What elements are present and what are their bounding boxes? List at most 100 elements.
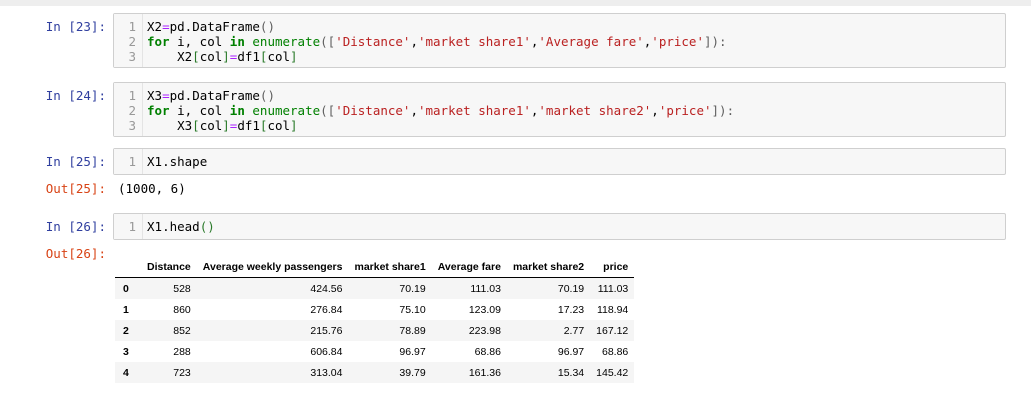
column-header: market share1	[348, 256, 432, 278]
code-token: .	[162, 219, 170, 234]
line-number: 3	[128, 118, 136, 133]
code-text[interactable]: X3=pd.DataFrame()	[147, 89, 275, 103]
table-cell: 528	[141, 277, 197, 299]
code-line[interactable]: 2 for i, col in enumerate(['Distance','ma…	[114, 35, 1005, 49]
table-row: 2 852 215.76 78.89 223.98 2.77 167.12	[115, 320, 635, 341]
row-index: 4	[115, 362, 141, 383]
code-token: in	[229, 34, 245, 49]
table-cell: 215.76	[196, 320, 349, 341]
code-token: 'price'	[651, 34, 704, 49]
column-header: Distance	[141, 256, 197, 278]
code-text[interactable]: for i, col in enumerate(['Distance','mar…	[147, 104, 734, 118]
code-token: X1	[147, 219, 163, 234]
code-line[interactable]: 3 X2[col]=df1[col]	[114, 50, 1005, 64]
table-cell: 167.12	[590, 320, 635, 341]
code-line[interactable]: 1 X2=pd.DataFrame()	[114, 20, 1005, 34]
column-header: market share2	[506, 256, 591, 278]
output-text-25: (1000, 6)	[118, 181, 186, 196]
table-cell: 2.77	[506, 320, 591, 341]
table-cell: 118.94	[596, 303, 629, 316]
column-header: Average fare	[431, 256, 507, 278]
code-token: .	[162, 154, 170, 169]
line-number: 1	[128, 154, 136, 169]
code-text[interactable]: X1.head()	[147, 220, 215, 234]
code-token: pd	[169, 19, 185, 34]
table-row: 3 288 606.84 96.97 68.86 96.97 68.86	[115, 341, 634, 362]
code-line[interactable]: 1 X3=pd.DataFrame()	[114, 89, 1005, 103]
line-number: 2	[128, 34, 136, 49]
code-cell-26[interactable]: 1 X1.head()	[113, 213, 1006, 240]
code-token: ]	[222, 49, 230, 64]
column-header	[115, 256, 141, 278]
code-token: ,	[410, 103, 418, 118]
code-token: col	[267, 118, 291, 133]
row-index: 0	[115, 277, 141, 299]
table-row: 4 723 313.04 39.79 161.36 15.34 145.42	[115, 362, 635, 383]
code-token: i, col	[169, 34, 230, 49]
line-number: 3	[128, 49, 136, 64]
code-token: X1	[147, 154, 163, 169]
code-token: ()	[199, 219, 215, 234]
code-token: 'Average fare'	[538, 34, 644, 49]
table-cell: 75.10	[399, 303, 426, 316]
code-token: ()	[259, 19, 275, 34]
table-cell: 852	[141, 320, 197, 341]
line-number: 2	[128, 103, 136, 118]
table-cell: 424.56	[196, 277, 349, 299]
code-token: 'market share2'	[538, 103, 652, 118]
table-cell: 17.23	[557, 303, 585, 316]
table-cell: 111.03	[590, 277, 635, 299]
table-cell: 288	[173, 345, 191, 358]
code-token: 'Distance'	[335, 34, 411, 49]
code-text[interactable]: X3[col]=df1[col]	[147, 118, 297, 133]
code-token: for	[147, 103, 170, 118]
code-token: df1	[237, 49, 260, 64]
code-token: X2	[147, 19, 163, 34]
code-token: 'price'	[658, 103, 712, 118]
code-token: col	[199, 118, 223, 133]
code-token: 'market share1'	[417, 34, 531, 49]
code-token: =	[162, 88, 170, 103]
code-cell-25[interactable]: 1 X1.shape	[113, 148, 1006, 175]
code-line[interactable]: 2 for i, col in enumerate(['Distance','ma…	[114, 104, 1005, 118]
line-number: 1	[128, 219, 136, 234]
code-token: pd	[169, 88, 185, 103]
code-line[interactable]: 1 X1.shape	[114, 155, 1005, 169]
table-cell: 123.09	[468, 303, 501, 316]
table-cell: 223.98	[431, 320, 507, 341]
code-token: enumerate	[252, 34, 321, 49]
table-cell: 606.84	[310, 345, 343, 358]
row-index: 1	[123, 303, 129, 316]
table-cell: 15.34	[506, 362, 591, 383]
code-token: ]	[222, 118, 230, 133]
code-token: shape	[169, 154, 208, 169]
input-prompt-24: In [24]:	[45, 88, 106, 103]
table-cell: 96.97	[557, 345, 585, 358]
code-text[interactable]: X2=pd.DataFrame()	[147, 20, 275, 34]
code-token: for	[147, 34, 170, 49]
table-cell: 860	[173, 303, 191, 316]
code-token: =	[162, 19, 170, 34]
table-row: 1 860 276.84 75.10 123.09 17.23 118.94	[115, 299, 634, 320]
code-text[interactable]: X2[col]=df1[col]	[147, 49, 297, 64]
input-prompt-26: In [26]:	[45, 219, 106, 234]
code-line[interactable]: 1 X1.head()	[114, 220, 1005, 234]
code-token: col	[199, 49, 223, 64]
code-cell-23[interactable]: 1 X2=pd.DataFrame() 2 for i, col in enumer…	[113, 13, 1006, 68]
table-row: 0 528 424.56 70.19 111.03 70.19 111.03	[115, 277, 635, 299]
code-token: enumerate	[252, 103, 321, 118]
output-prompt-25: Out[25]:	[45, 181, 106, 196]
table-cell: 96.97	[399, 345, 426, 358]
code-token: i, col	[169, 103, 230, 118]
code-token: ]):	[711, 103, 735, 118]
line-number: 1	[128, 88, 136, 103]
code-token: X3	[147, 118, 193, 133]
code-text[interactable]: X1.shape	[147, 155, 207, 169]
code-token: [	[192, 118, 200, 133]
code-token: ()	[259, 88, 275, 103]
code-line[interactable]: 3 X3[col]=df1[col]	[114, 119, 1005, 133]
table-cell: 68.86	[602, 345, 629, 358]
code-text[interactable]: for i, col in enumerate(['Distance','mar…	[147, 35, 727, 49]
code-cell-24[interactable]: 1 X3=pd.DataFrame() 2 for i, col in enumer…	[113, 82, 1006, 137]
code-token: 'Distance'	[335, 103, 411, 118]
